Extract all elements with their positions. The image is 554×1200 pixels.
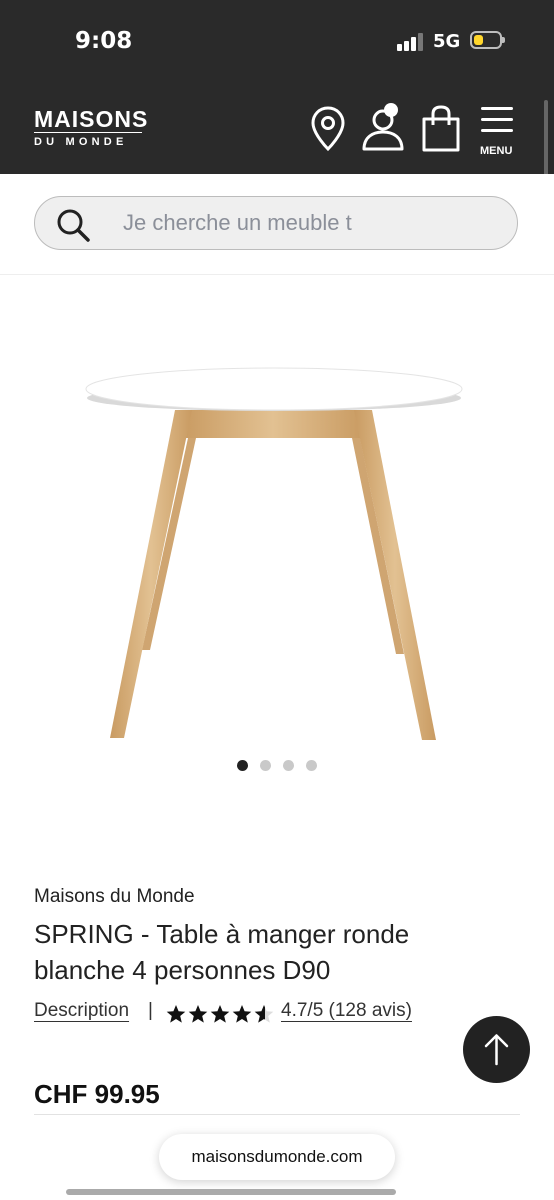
carousel-dot[interactable] <box>306 760 317 771</box>
logo-main-text: MAISONS <box>34 106 149 132</box>
search-icon[interactable] <box>55 207 91 243</box>
account-icon[interactable] <box>361 102 409 152</box>
browser-url-bar[interactable]: maisonsdumonde.com <box>159 1134 395 1180</box>
carousel-dot-active[interactable] <box>237 760 248 771</box>
site-header: MAISONS DU MONDE MENU <box>0 92 554 174</box>
rating-reviews-link[interactable]: 4.7/5 (128 avis) <box>281 1000 412 1022</box>
back-to-top-button[interactable] <box>463 1016 530 1083</box>
network-type: 5G <box>433 31 461 52</box>
arrow-up-icon <box>484 1034 509 1066</box>
status-bar: 9:08 5G <box>0 0 554 92</box>
logo-sub-text: DU MONDE <box>34 136 128 148</box>
product-title: SPRING - Table à manger ronde blanche 4 … <box>34 919 410 985</box>
search-input[interactable] <box>123 197 483 248</box>
divider <box>34 1114 520 1115</box>
status-time: 9:08 <box>75 28 133 54</box>
carousel-dot[interactable] <box>283 760 294 771</box>
search-box[interactable] <box>34 196 518 250</box>
carousel-dot[interactable] <box>260 760 271 771</box>
separator: | <box>148 1000 153 1021</box>
signal-icon <box>397 33 423 51</box>
search-bar-section <box>0 174 554 275</box>
menu-label[interactable]: MENU <box>480 145 512 157</box>
rating-stars-icon <box>166 1005 274 1023</box>
product-price: CHF 99.95 <box>34 1079 160 1109</box>
product-image[interactable] <box>80 358 470 748</box>
store-locator-icon[interactable] <box>310 106 346 152</box>
logo-divider <box>34 132 142 133</box>
product-brand[interactable]: Maisons du Monde <box>34 886 195 908</box>
home-indicator[interactable] <box>66 1189 396 1195</box>
menu-icon[interactable] <box>480 106 514 134</box>
cart-icon[interactable] <box>420 105 462 153</box>
battery-icon <box>470 31 505 49</box>
description-link[interactable]: Description <box>34 1000 129 1022</box>
